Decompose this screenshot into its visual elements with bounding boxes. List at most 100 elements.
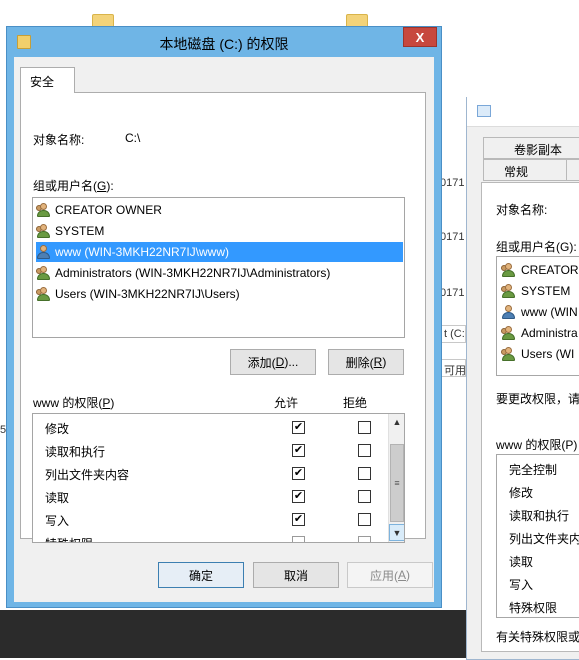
allow-checkbox[interactable] (292, 536, 305, 542)
edit-hint: 要更改权限，请 (496, 392, 579, 406)
group-user-icon (36, 286, 52, 302)
allow-checkbox[interactable]: ✔ (292, 444, 305, 457)
group-or-user-label: 组或用户名(G): (33, 179, 114, 193)
permission-name: 读取和执行 (45, 445, 106, 459)
group-user-icon (36, 223, 52, 239)
special-permissions-hint: 有关特殊权限或 (496, 630, 579, 644)
user-list[interactable]: CREATOR SYSTEM www (WIN Administra Users… (496, 256, 579, 376)
close-icon: X (415, 29, 425, 45)
permission-name: 特殊权限 (509, 601, 558, 615)
scroll-down-icon[interactable]: ▼ (389, 524, 404, 541)
list-item[interactable]: SYSTEM (501, 281, 570, 301)
drive-icon (477, 105, 491, 117)
permission-name: 完全控制 (509, 463, 558, 477)
group-label: 组或用户名(G): (496, 240, 577, 254)
list-item[interactable]: Administrators (WIN-3MKH22NR7IJ\Administ… (36, 263, 403, 283)
permission-row: 读取和执行 ✔ (33, 439, 385, 462)
user-list[interactable]: CREATOR OWNER SYSTEM www (WIN-3MKH22NR7I… (32, 197, 405, 338)
permission-name: 写入 (509, 578, 534, 592)
deny-checkbox[interactable] (358, 536, 371, 542)
tab-shadow-copies[interactable]: 卷影副本 (483, 137, 579, 159)
remove-button[interactable]: 删除(R) (328, 349, 404, 375)
group-user-icon (501, 325, 517, 341)
deny-checkbox[interactable] (358, 421, 371, 434)
group-user-icon (501, 346, 517, 362)
list-item[interactable]: CREATOR (501, 260, 579, 280)
user-name: Users (WIN-3MKH22NR7IJ\Users) (55, 287, 240, 301)
cancel-button[interactable]: 取消 (253, 562, 339, 588)
permissions-label: www 的权限(P) (33, 396, 115, 410)
deny-checkbox[interactable] (358, 467, 371, 480)
scroll-thumb[interactable]: ≡ (390, 444, 404, 522)
permission-name: 列出文件夹内 (509, 532, 579, 546)
list-item[interactable]: CREATOR OWNER (36, 200, 403, 220)
permissions-dialog: 本地磁盘 (C:) 的权限 X 安全 对象名称: C:\ 组或用户名(G): C… (6, 26, 442, 608)
file-row-text: 0171 (440, 231, 465, 243)
file-row-text: 0171 (440, 287, 465, 299)
permission-name: 修改 (45, 422, 70, 436)
deny-checkbox[interactable] (358, 513, 371, 526)
group-user-icon (36, 265, 52, 281)
allow-column-header: 允许 (274, 396, 299, 410)
allow-checkbox[interactable]: ✔ (292, 421, 305, 434)
deny-column-header: 拒绝 (343, 396, 368, 410)
list-item[interactable]: SYSTEM (36, 221, 403, 241)
deny-checkbox[interactable] (358, 444, 371, 457)
permission-name: 读取 (45, 491, 70, 505)
background-dialog-titlebar (467, 97, 579, 127)
allow-checkbox[interactable]: ✔ (292, 513, 305, 526)
permission-name: 读取 (509, 555, 534, 569)
user-name: www (WIN-3MKH22NR7IJ\www) (55, 245, 230, 259)
list-item[interactable]: www (WIN (501, 302, 578, 322)
object-name-label: 对象名称: (496, 203, 548, 217)
permission-name: 修改 (509, 486, 534, 500)
scroll-up-icon[interactable]: ▲ (389, 414, 404, 430)
group-user-icon (501, 283, 517, 299)
object-name-label: 对象名称: (33, 133, 85, 147)
free-space-fragment: 可用 (440, 359, 466, 377)
background-dialog-page: 对象名称: 组或用户名(G): CREATOR SYSTEM www (WIN … (481, 182, 579, 652)
list-item[interactable]: Users (WIN-3MKH22NR7IJ\Users) (36, 284, 403, 304)
user-icon (501, 304, 517, 320)
tab-general[interactable]: 常规 (483, 159, 567, 181)
apply-button[interactable]: 应用(A) (347, 562, 433, 588)
permission-row: 写入 ✔ (33, 508, 385, 531)
dialog-client-area: 安全 对象名称: C:\ 组或用户名(G): CREATOR OWNER SYS… (14, 57, 434, 602)
file-row-text: 0171 (440, 177, 465, 189)
permission-list: 完全控制 修改 读取和执行 列出文件夹内 读取 写入 特殊权限 (496, 454, 579, 618)
permission-row: 修改 ✔ (33, 416, 385, 439)
permission-list[interactable]: 修改 ✔ 读取和执行 ✔ 列出文件夹内容 ✔ 读取 ✔ 写入 ✔ 特殊权限 ▲ ≡ ▼ (32, 413, 405, 543)
ok-button[interactable]: 确定 (158, 562, 244, 588)
drive-label-fragment: t (C:) (440, 325, 466, 343)
add-button[interactable]: 添加(D)... (230, 349, 316, 375)
list-item-selected[interactable]: www (WIN-3MKH22NR7IJ\www) (36, 242, 403, 262)
permission-row: 特殊权限 (33, 531, 385, 542)
security-page: 对象名称: C:\ 组或用户名(G): CREATOR OWNER SYSTEM… (20, 92, 426, 543)
permission-label: www 的权限(P) (496, 438, 578, 452)
user-name: Administrators (WIN-3MKH22NR7IJ\Administ… (55, 266, 331, 280)
permission-row: 读取 ✔ (33, 485, 385, 508)
permission-row: 列出文件夹内容 ✔ (33, 462, 385, 485)
background-properties-dialog: 卷影副本 常规 对象名称: 组或用户名(G): CREATOR SYSTEM w… (466, 97, 579, 660)
permission-name: 特殊权限 (45, 535, 93, 542)
scrollbar[interactable]: ▲ ≡ ▼ (388, 414, 404, 542)
tab-next[interactable] (566, 159, 579, 181)
tab-security[interactable]: 安全 (20, 67, 75, 93)
object-name-value: C:\ (125, 131, 141, 145)
dialog-titlebar[interactable]: 本地磁盘 (C:) 的权限 X (7, 27, 441, 57)
allow-checkbox[interactable]: ✔ (292, 467, 305, 480)
permission-name: 列出文件夹内容 (45, 468, 130, 482)
group-user-icon (501, 262, 517, 278)
list-item[interactable]: Administra (501, 323, 578, 343)
close-button[interactable]: X (403, 27, 437, 47)
group-user-icon (36, 202, 52, 218)
user-name: CREATOR OWNER (55, 203, 162, 217)
user-icon (36, 244, 52, 260)
permission-name: 读取和执行 (509, 509, 570, 523)
user-name: SYSTEM (55, 224, 105, 238)
list-item[interactable]: Users (WI (501, 344, 574, 364)
dialog-title: 本地磁盘 (C:) 的权限 (159, 36, 289, 52)
permission-name: 写入 (45, 514, 70, 528)
allow-checkbox[interactable]: ✔ (292, 490, 305, 503)
deny-checkbox[interactable] (358, 490, 371, 503)
